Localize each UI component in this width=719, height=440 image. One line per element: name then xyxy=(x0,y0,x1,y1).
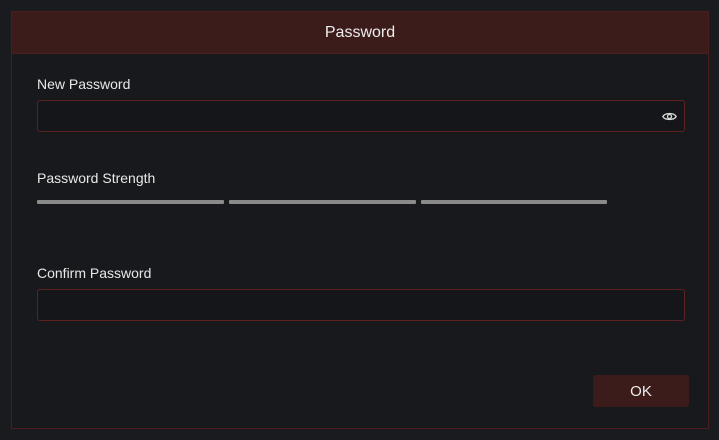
password-strength-label: Password Strength xyxy=(37,170,156,186)
confirm-password-label: Confirm Password xyxy=(37,265,152,281)
password-strength-meter xyxy=(37,200,607,204)
confirm-password-field xyxy=(37,289,685,321)
ok-button[interactable]: OK xyxy=(593,375,689,407)
confirm-password-input[interactable] xyxy=(38,290,684,320)
eye-icon[interactable] xyxy=(661,109,677,123)
strength-segment-3 xyxy=(421,200,607,204)
new-password-label: New Password xyxy=(37,76,131,92)
dialog-title: Password xyxy=(324,23,396,41)
new-password-field xyxy=(37,100,685,132)
dialog-header: Password xyxy=(12,12,708,54)
strength-segment-2 xyxy=(229,200,416,204)
password-dialog: Password New Password Password Strength … xyxy=(11,11,709,429)
new-password-input[interactable] xyxy=(38,101,684,131)
strength-segment-1 xyxy=(37,200,224,204)
